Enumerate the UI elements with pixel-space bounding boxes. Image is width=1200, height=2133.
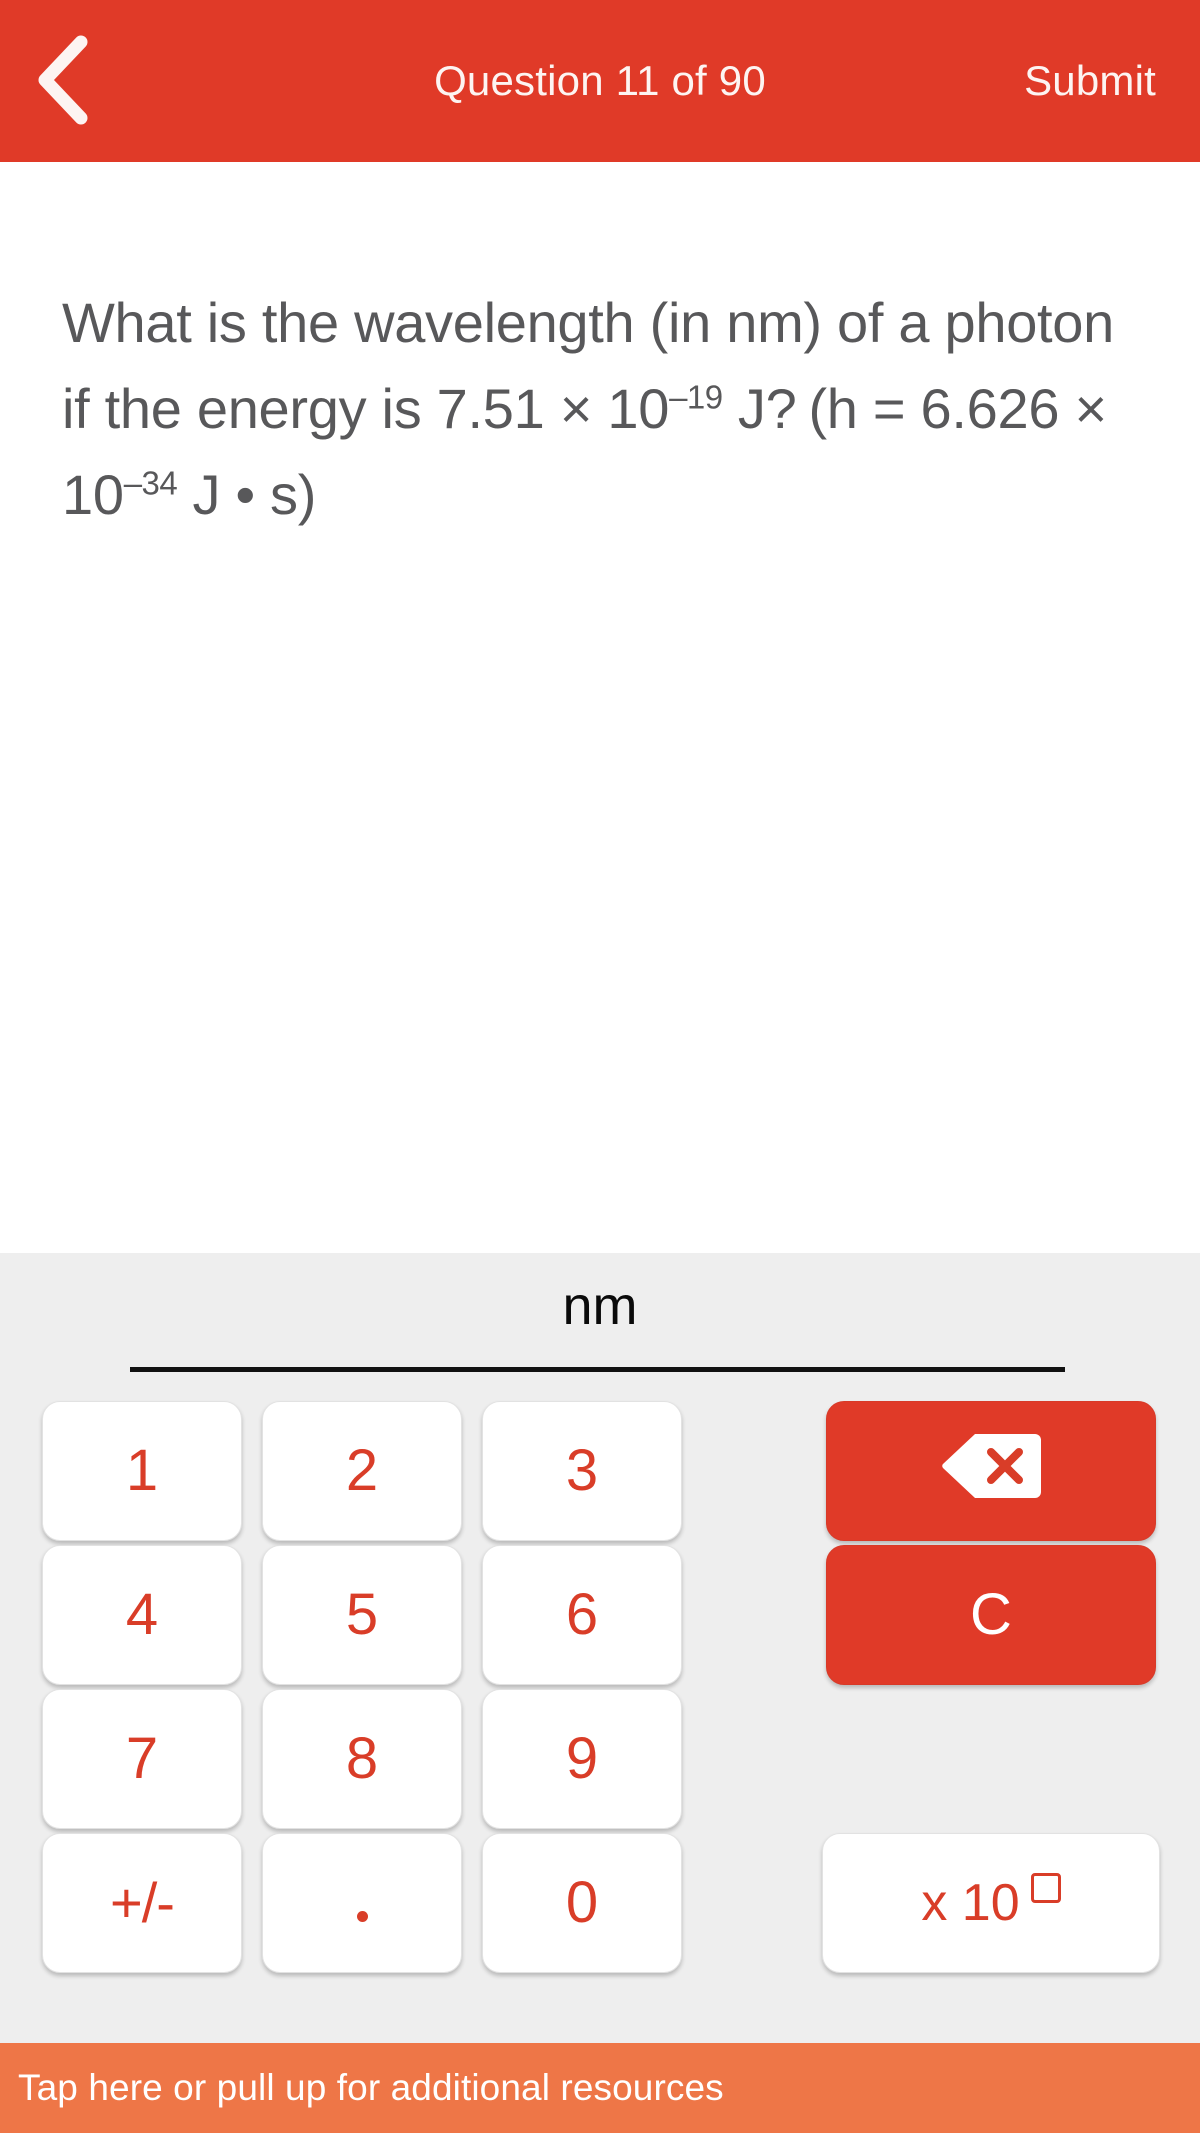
- key-1[interactable]: 1: [42, 1401, 242, 1541]
- key-label: 7: [125, 1726, 159, 1791]
- key-label: 5: [345, 1582, 379, 1647]
- answer-unit-label: nm: [562, 1276, 638, 1336]
- page-title: Question 11 of 90: [434, 57, 766, 104]
- key-backspace[interactable]: [826, 1401, 1156, 1541]
- key-label: 0: [565, 1870, 599, 1935]
- keypad-grid: 1 2 3 4 5 6 7 8 9 +/- 0 C x 10: [0, 1401, 1200, 2031]
- keypad-panel: nm 1 2 3 4 5 6 7 8 9 +/- 0 C x 10: [0, 1253, 1200, 2043]
- answer-input-underline: [130, 1367, 1065, 1372]
- question-screen: Question 11 of 90 Submit What is the wav…: [0, 0, 1200, 2133]
- question-line-3-exponent: –34: [123, 464, 178, 502]
- key-4[interactable]: 4: [42, 1545, 242, 1685]
- question-line-2-exponent: –19: [669, 378, 723, 416]
- resources-bar[interactable]: Tap here or pull up for additional resou…: [0, 2043, 1200, 2133]
- key-sign[interactable]: +/-: [42, 1833, 242, 1973]
- key-8[interactable]: 8: [262, 1689, 462, 1829]
- key-5[interactable]: 5: [262, 1545, 462, 1685]
- submit-button[interactable]: Submit: [1024, 0, 1156, 162]
- key-0[interactable]: 0: [482, 1833, 682, 1973]
- key-label: 8: [345, 1726, 379, 1791]
- question-text: What is the wavelength (in nm) of a phot…: [62, 280, 1140, 538]
- key-2[interactable]: 2: [262, 1401, 462, 1541]
- key-label: 3: [565, 1438, 599, 1503]
- question-line-3-text: J?: [737, 377, 797, 440]
- key-label: C: [970, 1582, 1012, 1647]
- decimal-point-glyph: [356, 1910, 368, 1922]
- key-label: 4: [125, 1582, 159, 1647]
- key-label: 2: [345, 1438, 379, 1503]
- key-label: +/-: [110, 1871, 175, 1934]
- app-header: Question 11 of 90 Submit: [0, 0, 1200, 162]
- key-label: 1: [125, 1438, 159, 1503]
- key-clear[interactable]: C: [826, 1545, 1156, 1685]
- key-9[interactable]: 9: [482, 1689, 682, 1829]
- key-label: 6: [565, 1582, 599, 1647]
- resources-bar-label: Tap here or pull up for additional resou…: [18, 2067, 724, 2108]
- key-label: 9: [565, 1726, 599, 1791]
- key-decimal[interactable]: [262, 1833, 462, 1973]
- backspace-icon: [939, 1430, 1043, 1512]
- question-body: What is the wavelength (in nm) of a phot…: [0, 162, 1200, 1253]
- exponent-placeholder-box: [1030, 1873, 1061, 1903]
- key-3[interactable]: 3: [482, 1401, 682, 1541]
- key-6[interactable]: 6: [482, 1545, 682, 1685]
- sci-prefix: x 10: [921, 1874, 1020, 1932]
- key-scientific-notation[interactable]: x 10: [822, 1833, 1160, 1973]
- key-7[interactable]: 7: [42, 1689, 242, 1829]
- question-line-1: What is the wavelength (in nm) of a: [62, 291, 930, 354]
- answer-entry-row: nm: [0, 1253, 1200, 1393]
- scientific-notation-label: x 10: [921, 1873, 1061, 1933]
- question-line-3-units: J • s): [177, 463, 317, 526]
